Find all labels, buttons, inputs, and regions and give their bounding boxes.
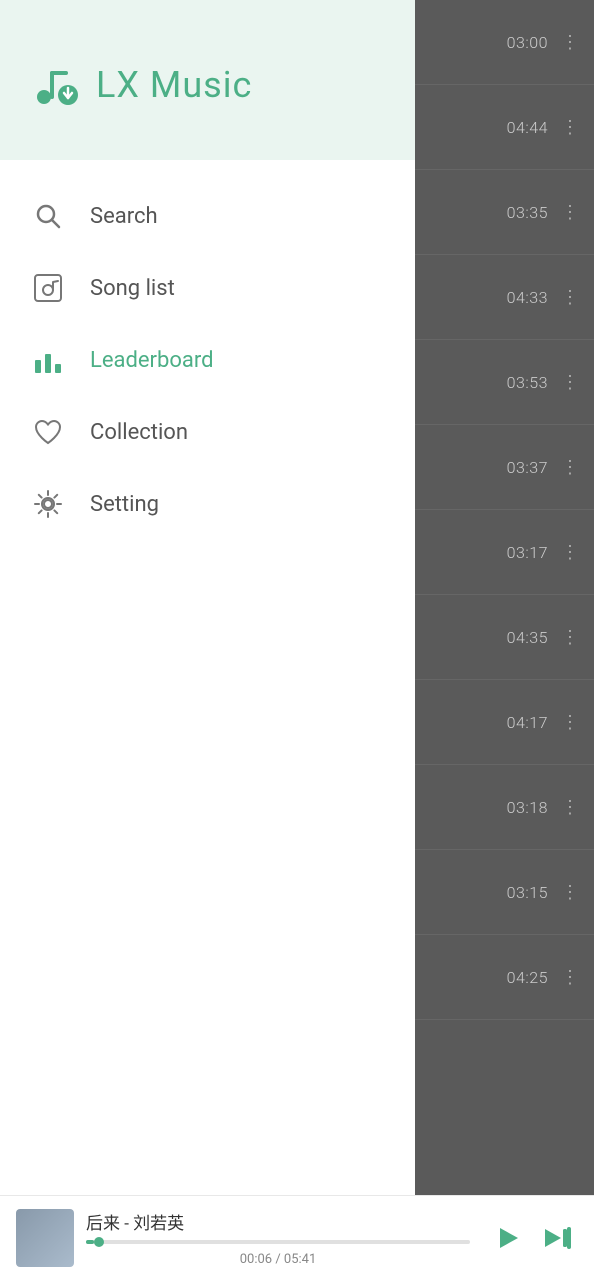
song-duration: 03:53 xyxy=(507,373,548,392)
player-bar: 后来 - 刘若英 00:06 / 05:41 xyxy=(0,1195,594,1280)
song-row: 03:53 ⋮ xyxy=(415,340,594,425)
song-row: 04:17 ⋮ xyxy=(415,680,594,765)
more-options-icon[interactable]: ⋮ xyxy=(558,967,582,988)
more-options-icon[interactable]: ⋮ xyxy=(558,202,582,223)
sidebar-item-label-songlist: Song list xyxy=(90,276,175,301)
sidebar-item-collection[interactable]: Collection xyxy=(0,396,415,468)
sidebar-item-label-search: Search xyxy=(90,204,158,229)
sidebar-item-search[interactable]: Search xyxy=(0,180,415,252)
more-options-icon[interactable]: ⋮ xyxy=(558,882,582,903)
sidebar-item-setting[interactable]: Setting xyxy=(0,468,415,540)
song-duration: 03:17 xyxy=(507,543,548,562)
song-duration: 03:18 xyxy=(507,798,548,817)
sidebar-item-label-setting: Setting xyxy=(90,492,159,517)
song-duration: 03:15 xyxy=(507,883,548,902)
progress-dot xyxy=(94,1237,104,1247)
more-options-icon[interactable]: ⋮ xyxy=(558,372,582,393)
collection-icon xyxy=(30,414,66,450)
song-duration: 04:44 xyxy=(507,118,548,137)
sidebar-item-songlist[interactable]: Song list xyxy=(0,252,415,324)
songlist-icon xyxy=(30,270,66,306)
more-options-icon[interactable]: ⋮ xyxy=(558,712,582,733)
more-options-icon[interactable]: ⋮ xyxy=(558,457,582,478)
progress-bar[interactable] xyxy=(86,1240,470,1244)
app-title: LX Music xyxy=(96,64,252,106)
song-duration: 03:35 xyxy=(507,203,548,222)
more-options-icon[interactable]: ⋮ xyxy=(558,287,582,308)
skip-forward-button[interactable] xyxy=(538,1218,578,1258)
more-options-icon[interactable]: ⋮ xyxy=(558,797,582,818)
progress-bar-fill xyxy=(86,1240,94,1244)
song-row: 03:00 ⋮ xyxy=(415,0,594,85)
album-art-image xyxy=(16,1209,74,1267)
song-duration: 04:35 xyxy=(507,628,548,647)
song-row: 03:17 ⋮ xyxy=(415,510,594,595)
song-row: 03:18 ⋮ xyxy=(415,765,594,850)
setting-icon xyxy=(30,486,66,522)
sidebar-item-label-collection: Collection xyxy=(90,420,188,445)
play-button[interactable] xyxy=(482,1214,530,1262)
song-duration: 04:25 xyxy=(507,968,548,987)
sidebar: LX Music Search Song list xyxy=(0,0,415,1280)
song-info: 后来 - 刘若英 00:06 / 05:41 xyxy=(86,1209,470,1267)
album-art xyxy=(16,1209,74,1267)
song-row: 03:15 ⋮ xyxy=(415,850,594,935)
song-row: 03:37 ⋮ xyxy=(415,425,594,510)
song-duration: 03:00 xyxy=(507,33,548,52)
song-row: 04:44 ⋮ xyxy=(415,85,594,170)
song-duration: 03:37 xyxy=(507,458,548,477)
sidebar-header: LX Music xyxy=(0,0,415,160)
song-duration: 04:17 xyxy=(507,713,548,732)
time-display: 00:06 / 05:41 xyxy=(86,1252,470,1267)
more-options-icon[interactable]: ⋮ xyxy=(558,627,582,648)
song-row: 04:35 ⋮ xyxy=(415,595,594,680)
song-row: 04:25 ⋮ xyxy=(415,935,594,1020)
song-row: 03:35 ⋮ xyxy=(415,170,594,255)
app-logo-icon xyxy=(30,59,82,111)
sidebar-item-label-leaderboard: Leaderboard xyxy=(90,348,214,373)
more-options-icon[interactable]: ⋮ xyxy=(558,32,582,53)
song-title: 后来 - 刘若英 xyxy=(86,1209,470,1234)
more-options-icon[interactable]: ⋮ xyxy=(558,117,582,138)
progress-bar-background xyxy=(86,1240,470,1244)
leaderboard-icon xyxy=(30,342,66,378)
sidebar-nav: Search Song list Leaderboa xyxy=(0,160,415,1203)
more-options-icon[interactable]: ⋮ xyxy=(558,542,582,563)
search-icon xyxy=(30,198,66,234)
song-duration: 04:33 xyxy=(507,288,548,307)
player-controls xyxy=(482,1214,578,1262)
sidebar-item-leaderboard[interactable]: Leaderboard xyxy=(0,324,415,396)
song-row: 04:33 ⋮ xyxy=(415,255,594,340)
song-list-panel: 03:00 ⋮ 04:44 ⋮ 03:35 ⋮ 04:33 ⋮ 03:53 ⋮ … xyxy=(415,0,594,1195)
